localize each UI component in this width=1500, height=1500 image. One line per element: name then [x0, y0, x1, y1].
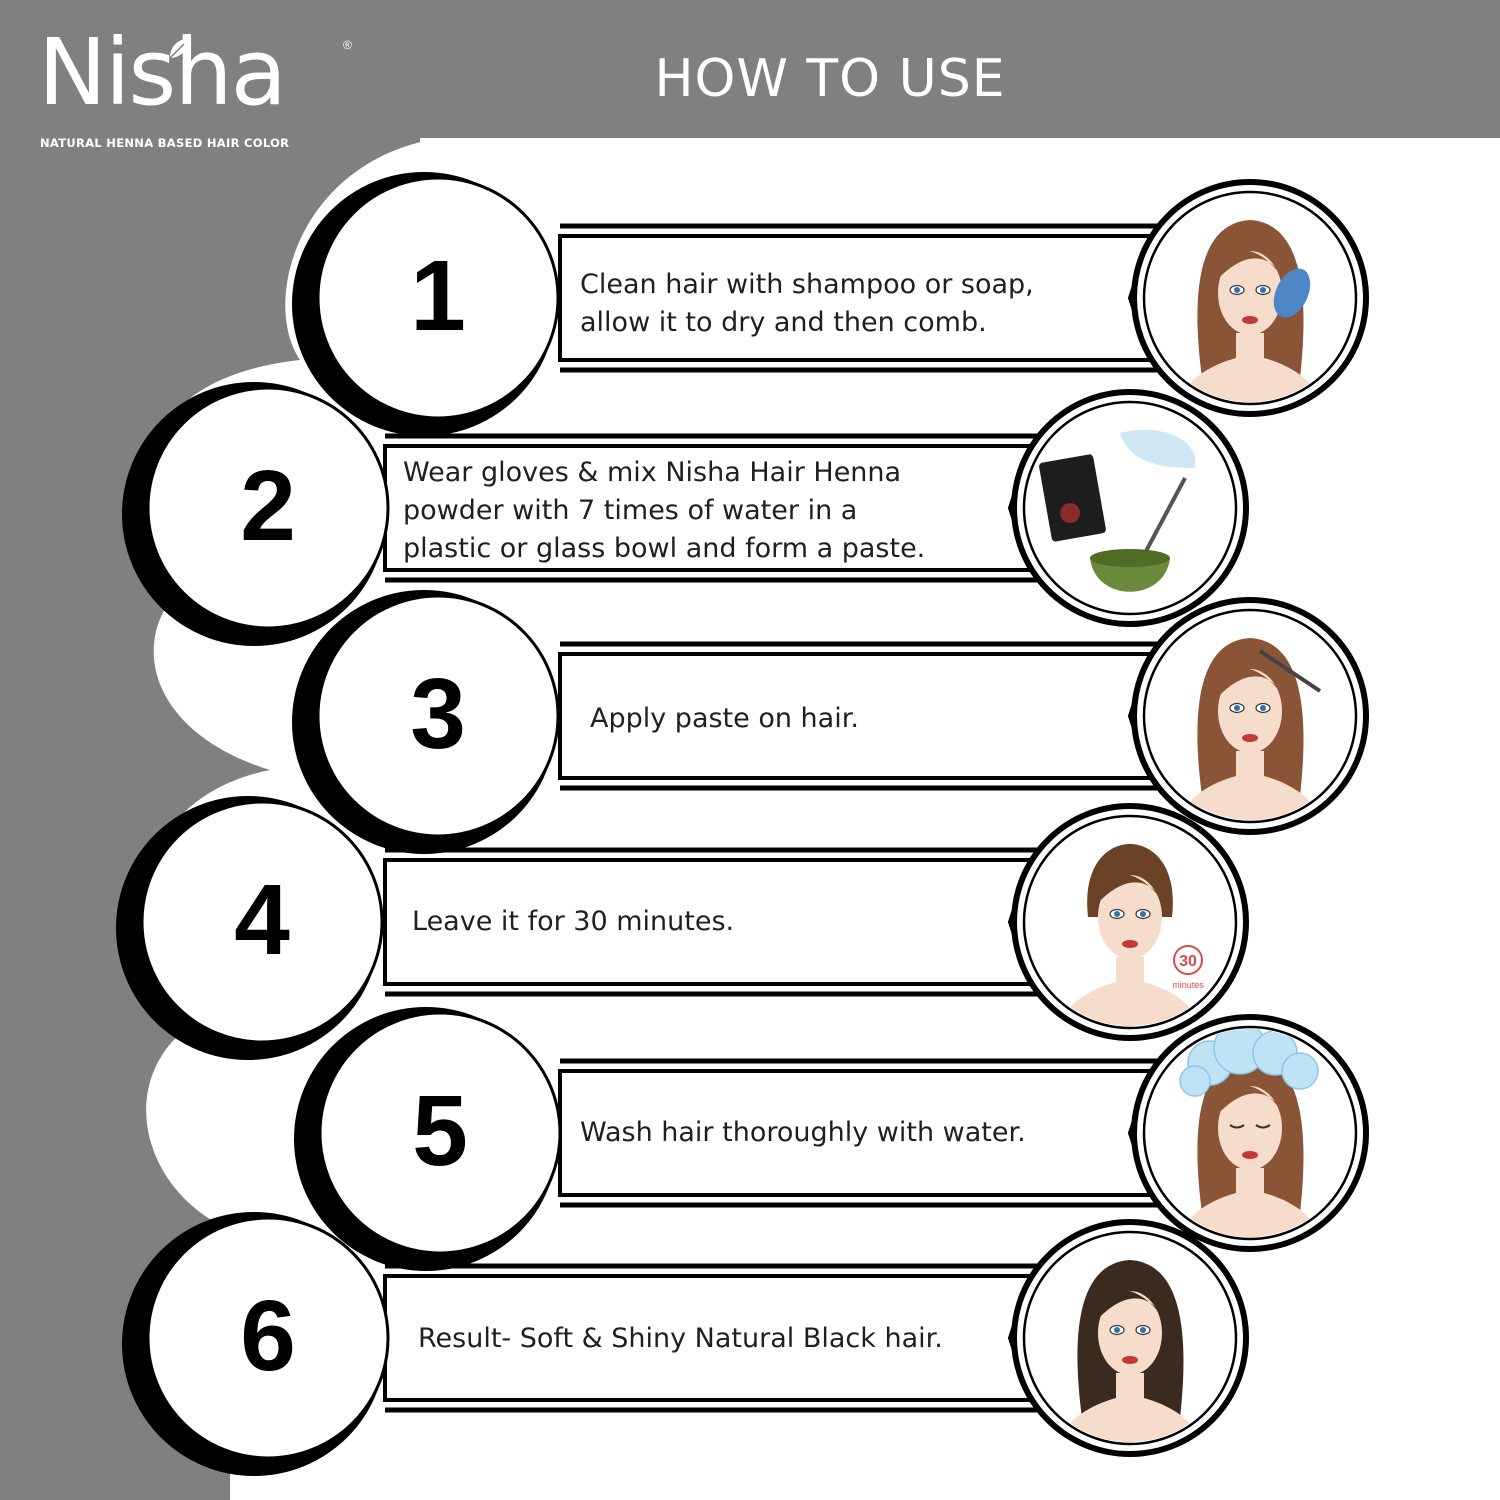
- timer-value: 30: [1179, 953, 1197, 970]
- iris-shape: [1234, 705, 1240, 711]
- lips-shape: [1122, 1356, 1138, 1364]
- step-3-number: 3: [410, 658, 466, 770]
- step-4-number: 4: [234, 864, 290, 976]
- iris-shape: [1140, 911, 1146, 917]
- iris-shape: [1260, 705, 1266, 711]
- iris-shape: [1114, 1327, 1120, 1333]
- step-1-text-line: Clean hair with shampoo or soap,: [580, 269, 1034, 300]
- iris-shape: [1140, 1327, 1146, 1333]
- step-5-text-line: Wash hair thoroughly with water.: [580, 1117, 1026, 1148]
- step-4-text-line: Leave it for 30 minutes.: [412, 906, 735, 937]
- iris-shape: [1114, 911, 1120, 917]
- timer-unit: minutes: [1172, 980, 1204, 990]
- step-5-number: 5: [412, 1075, 468, 1187]
- step-2-text-line: powder with 7 times of water in a: [403, 495, 858, 526]
- step-6-text-line: Result- Soft & Shiny Natural Black hair.: [418, 1323, 943, 1354]
- step-2-number: 2: [240, 450, 296, 562]
- step-1-number: 1: [410, 240, 466, 352]
- step-2-text-line: Wear gloves & mix Nisha Hair Henna: [403, 457, 902, 488]
- henna-paste-shape: [1090, 549, 1170, 567]
- foam-bubble: [1179, 1065, 1211, 1097]
- lips-shape: [1242, 316, 1258, 324]
- foam-bubble: [1281, 1052, 1319, 1090]
- step-6-number: 6: [240, 1280, 296, 1392]
- step-1-text-line: allow it to dry and then comb.: [580, 307, 987, 338]
- iris-shape: [1234, 287, 1240, 293]
- lips-shape: [1242, 734, 1258, 742]
- step-3-text-line: Apply paste on hair.: [590, 703, 859, 734]
- step-2-text-line: plastic or glass bowl and form a paste.: [403, 533, 926, 564]
- woman-washing-hair-icon: [1179, 1029, 1320, 1237]
- iris-shape: [1260, 287, 1266, 293]
- pack-fruit-shape: [1060, 503, 1080, 523]
- lips-shape: [1242, 1151, 1258, 1159]
- how-to-use-infographic: Nisha ® NATURAL HENNA BASED HAIR COLOR H…: [0, 0, 1500, 1500]
- lips-shape: [1122, 940, 1138, 948]
- steps-graphics: 30 minutes: [116, 172, 1369, 1476]
